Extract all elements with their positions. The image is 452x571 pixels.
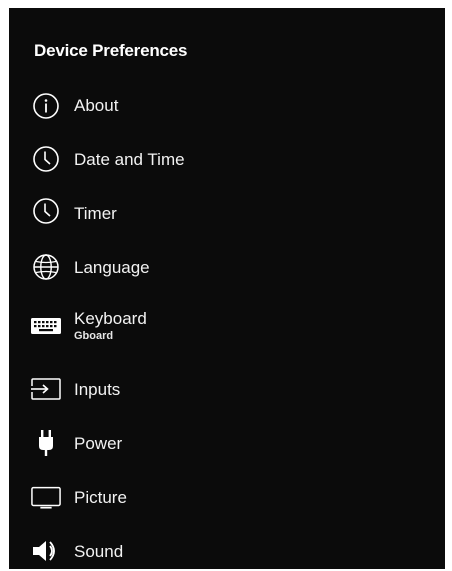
menu-item-picture[interactable]: Picture — [9, 482, 445, 532]
page-title: Device Preferences — [34, 41, 188, 60]
menu-item-power[interactable]: Power — [9, 428, 445, 478]
plug-icon — [31, 428, 61, 458]
menu-item-label: Keyboard — [74, 309, 147, 328]
settings-panel: Device Preferences About Date and Time T… — [9, 8, 445, 569]
menu-item-label: Date and Time — [74, 150, 185, 169]
tv-icon — [31, 482, 61, 512]
menu-item-label: Language — [74, 258, 150, 277]
menu-item-date-and-time[interactable]: Date and Time — [9, 142, 445, 192]
menu-item-label: Inputs — [74, 380, 121, 399]
menu-item-label: Power — [74, 434, 123, 453]
input-icon — [31, 374, 61, 404]
menu-item-keyboard[interactable]: Keyboard Gboard — [9, 304, 445, 354]
menu-item-timer[interactable]: Timer — [9, 196, 445, 246]
speaker-icon — [31, 536, 61, 566]
globe-icon — [31, 252, 61, 282]
menu-item-label: Timer — [74, 204, 117, 223]
clock-icon — [31, 144, 61, 174]
clock-icon — [31, 196, 61, 226]
menu-item-language[interactable]: Language — [9, 250, 445, 300]
menu-item-label: Sound — [74, 542, 124, 561]
info-icon — [31, 91, 61, 121]
menu-item-label: Picture — [74, 488, 127, 507]
menu-item-subtitle: Gboard — [74, 330, 114, 342]
keyboard-icon — [31, 311, 61, 341]
menu-item-inputs[interactable]: Inputs — [9, 374, 445, 424]
menu-item-about[interactable]: About — [9, 88, 445, 138]
menu-item-label: About — [74, 96, 119, 115]
menu-item-sound[interactable]: Sound — [9, 536, 445, 569]
